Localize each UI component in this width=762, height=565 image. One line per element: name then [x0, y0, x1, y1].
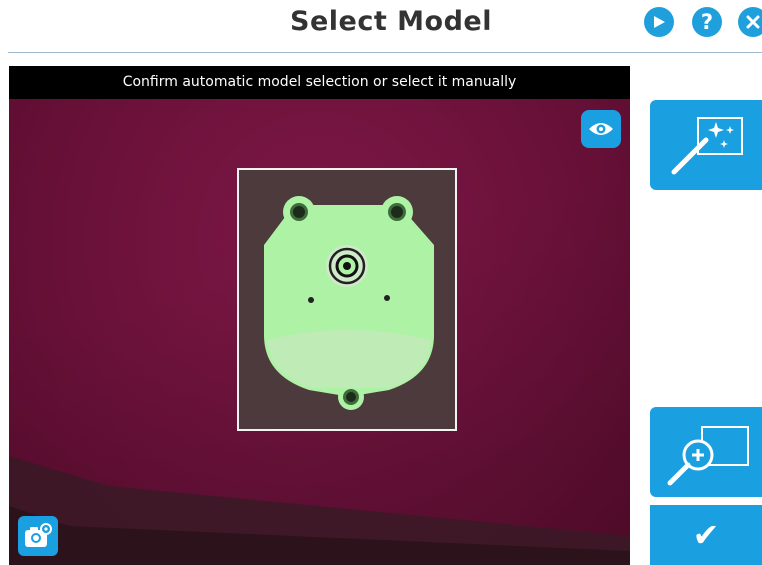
- model-part: [264, 196, 434, 410]
- camera-settings-icon: [25, 523, 52, 547]
- detected-model-box[interactable]: [237, 168, 457, 431]
- play-button[interactable]: [644, 7, 674, 37]
- help-icon: ?: [700, 10, 714, 34]
- eye-button[interactable]: [581, 110, 621, 148]
- auto-select-button[interactable]: [650, 100, 762, 190]
- magic-wand-icon: [671, 117, 743, 175]
- zoom-select-icon: [667, 426, 749, 486]
- camera-viewport[interactable]: Confirm automatic model selection or sel…: [9, 66, 630, 565]
- header-divider: [8, 52, 762, 53]
- checkmark-icon: ✔: [692, 516, 720, 554]
- instruction-banner: Confirm automatic model selection or sel…: [9, 66, 630, 99]
- close-button[interactable]: [738, 7, 762, 37]
- eye-icon: [589, 123, 613, 135]
- close-icon: [746, 15, 760, 29]
- confirm-button[interactable]: ✔: [650, 505, 762, 565]
- help-button[interactable]: ?: [692, 7, 722, 37]
- manual-select-button[interactable]: [650, 407, 762, 497]
- play-icon: [654, 16, 665, 28]
- camera-settings-button[interactable]: [18, 516, 58, 556]
